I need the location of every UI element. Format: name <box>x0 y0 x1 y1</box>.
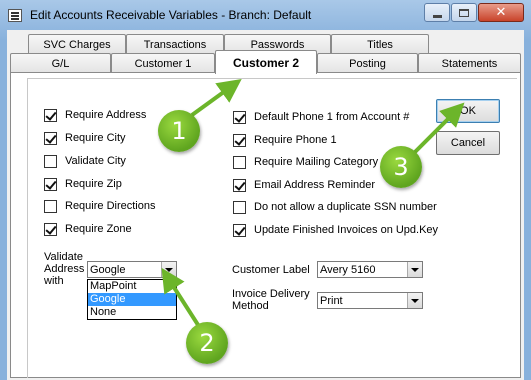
validate-address-label-line1: Validate <box>44 251 83 263</box>
invoice-delivery-value: Print <box>320 294 343 307</box>
require-phone-label: Require Phone 1 <box>254 134 337 146</box>
validate-city-checkbox[interactable] <box>44 154 57 168</box>
require-zip-checkbox[interactable] <box>44 177 57 191</box>
validate-city-label: Validate City <box>65 155 126 167</box>
tab-gl[interactable]: G/L <box>10 53 111 73</box>
tab-posting[interactable]: Posting <box>317 53 418 73</box>
validate-address-label-line3: with <box>44 275 64 287</box>
invoice-delivery-label-line1: Invoice Delivery <box>232 288 310 300</box>
tab-customer-2[interactable]: Customer 2 <box>215 50 317 74</box>
maximize-icon <box>459 8 469 17</box>
require-zip-row[interactable]: Require Zip <box>44 176 122 192</box>
option-google[interactable]: Google <box>88 293 176 306</box>
invoice-delivery-label-line2: Method <box>232 300 269 312</box>
require-city-label: Require City <box>65 132 126 144</box>
tab-customer-1[interactable]: Customer 1 <box>111 53 215 73</box>
require-city-checkbox[interactable] <box>44 131 57 145</box>
cancel-button[interactable]: Cancel <box>436 131 500 155</box>
default-phone-label: Default Phone 1 from Account # <box>254 111 410 123</box>
invoice-delivery-dropdown-button[interactable] <box>407 293 422 308</box>
validate-address-options: MapPoint Google None <box>87 279 177 320</box>
default-phone-row[interactable]: Default Phone 1 from Account # <box>233 109 409 125</box>
option-mappoint[interactable]: MapPoint <box>88 280 176 293</box>
chevron-down-icon <box>411 298 419 303</box>
chevron-down-icon <box>165 267 173 272</box>
require-mailing-label: Require Mailing Category <box>254 156 379 168</box>
window-title: Edit Accounts Receivable Variables - Bra… <box>30 8 312 22</box>
require-phone-checkbox[interactable] <box>233 133 246 147</box>
require-zone-checkbox[interactable] <box>44 222 57 236</box>
require-address-checkbox[interactable] <box>44 108 57 122</box>
validate-address-select[interactable]: Google <box>87 261 177 278</box>
tab-transactions[interactable]: Transactions <box>126 34 224 54</box>
require-mailing-checkbox[interactable] <box>233 155 246 169</box>
require-address-row[interactable]: Require Address <box>44 107 146 123</box>
update-invoices-checkbox[interactable] <box>233 223 246 237</box>
require-directions-label: Require Directions <box>65 200 156 212</box>
require-phone-row[interactable]: Require Phone 1 <box>233 132 337 148</box>
tab-statements[interactable]: Statements <box>418 53 521 73</box>
validate-address-value: Google <box>90 263 126 276</box>
duplicate-ssn-row[interactable]: Do not allow a duplicate SSN number <box>233 199 437 215</box>
email-reminder-checkbox[interactable] <box>233 178 246 192</box>
validate-address-label-line2: Address <box>44 263 85 275</box>
dialog-body: SVC Charges Transactions Passwords Title… <box>7 30 524 380</box>
require-zone-label: Require Zone <box>65 223 132 235</box>
require-city-row[interactable]: Require City <box>44 130 126 146</box>
option-none[interactable]: None <box>88 306 176 319</box>
callout-badge-1: 1 <box>158 110 200 152</box>
require-directions-checkbox[interactable] <box>44 199 57 213</box>
customer-label-dropdown-button[interactable] <box>407 262 422 277</box>
callout-badge-2: 2 <box>186 322 228 364</box>
close-icon: ✕ <box>495 5 507 20</box>
require-zone-row[interactable]: Require Zone <box>44 221 132 237</box>
require-directions-row[interactable]: Require Directions <box>44 198 155 214</box>
chevron-down-icon <box>411 267 419 272</box>
customer-label-value: Avery 5160 <box>320 263 376 276</box>
customer-label-label: Customer Label <box>232 264 310 276</box>
duplicate-ssn-checkbox[interactable] <box>233 200 246 214</box>
close-button[interactable]: ✕ <box>478 3 524 22</box>
update-invoices-row[interactable]: Update Finished Invoices on Upd.Key <box>233 222 438 238</box>
duplicate-ssn-label: Do not allow a duplicate SSN number <box>254 201 437 213</box>
title-bar[interactable]: Edit Accounts Receivable Variables - Bra… <box>0 0 531 30</box>
validate-city-row[interactable]: Validate City <box>44 153 126 169</box>
require-zip-label: Require Zip <box>65 178 122 190</box>
invoice-delivery-select[interactable]: Print <box>317 292 423 309</box>
ok-button[interactable]: OK <box>436 99 500 123</box>
app-icon <box>8 9 22 22</box>
require-address-label: Require Address <box>65 109 147 121</box>
minimize-icon <box>432 14 442 18</box>
validate-address-dropdown-button[interactable] <box>161 262 176 277</box>
email-reminder-label: Email Address Reminder <box>254 179 376 191</box>
default-phone-checkbox[interactable] <box>233 110 246 124</box>
minimize-button[interactable] <box>424 3 450 22</box>
invoice-delivery-label: Invoice Delivery Method <box>232 288 310 312</box>
tab-titles[interactable]: Titles <box>331 34 429 54</box>
require-mailing-row[interactable]: Require Mailing Category <box>233 154 378 170</box>
email-reminder-row[interactable]: Email Address Reminder <box>233 177 375 193</box>
maximize-button[interactable] <box>451 3 477 22</box>
validate-address-label: Validate Address with <box>44 251 84 287</box>
tab-svc-charges[interactable]: SVC Charges <box>28 34 126 54</box>
update-invoices-label: Update Finished Invoices on Upd.Key <box>254 224 439 236</box>
callout-badge-3: 3 <box>380 146 422 188</box>
dialog-window: Edit Accounts Receivable Variables - Bra… <box>0 0 531 380</box>
customer-label-select[interactable]: Avery 5160 <box>317 261 423 278</box>
